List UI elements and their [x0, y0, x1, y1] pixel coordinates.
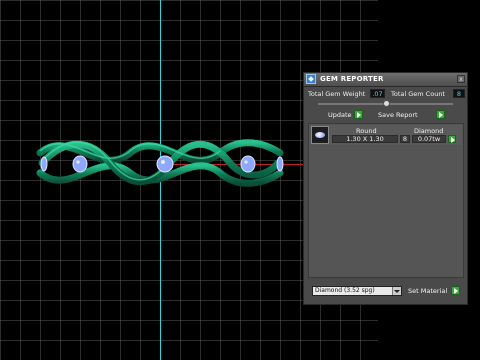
- list-item[interactable]: Round Diamond 1.30 X 1.30 8 0.07tw: [310, 125, 462, 145]
- total-gem-count-label: Total Gem Count: [391, 90, 445, 98]
- gem-shape-header: Round: [356, 127, 377, 135]
- save-report-button[interactable]: [436, 110, 445, 119]
- set-material-button[interactable]: [451, 286, 460, 295]
- close-icon[interactable]: x: [457, 75, 465, 83]
- gem-reporter-app-icon: [306, 74, 316, 84]
- gem-material-header: Diamond: [414, 127, 444, 135]
- gem-reporter-panel: GEM REPORTER x Total Gem Weight .07 Tota…: [303, 72, 468, 305]
- panel-titlebar[interactable]: GEM REPORTER x: [304, 73, 467, 87]
- chevron-down-icon[interactable]: [392, 287, 401, 295]
- gem-count-cell: 8: [400, 135, 410, 143]
- save-report-label: Save Report: [378, 111, 418, 119]
- set-material-label: Set Material: [408, 287, 448, 295]
- update-button[interactable]: [354, 110, 363, 119]
- material-select-value: Diamond (3.52 spg): [315, 287, 375, 294]
- gem-list[interactable]: Round Diamond 1.30 X 1.30 8 0.07tw: [308, 123, 464, 278]
- total-gem-weight-value: .07: [370, 89, 385, 98]
- gem-size-cell: 1.30 X 1.30: [332, 135, 398, 143]
- gem-weight-cell: 0.07tw: [412, 135, 446, 143]
- total-gem-count-value: 8: [453, 89, 465, 98]
- panel-title: GEM REPORTER: [320, 75, 384, 83]
- action-row: Update Save Report: [304, 110, 467, 120]
- slider-handle[interactable]: [383, 100, 390, 107]
- total-gem-weight-label: Total Gem Weight: [308, 90, 366, 98]
- round-gem-icon: [311, 126, 329, 144]
- row-go-button[interactable]: [448, 135, 456, 143]
- totals-row: Total Gem Weight .07 Total Gem Count 8: [308, 89, 466, 99]
- material-select[interactable]: Diamond (3.52 spg): [312, 286, 402, 296]
- material-row: Diamond (3.52 spg) Set Material: [308, 286, 464, 298]
- braided-ring-model[interactable]: [30, 118, 290, 208]
- update-label: Update: [328, 111, 352, 119]
